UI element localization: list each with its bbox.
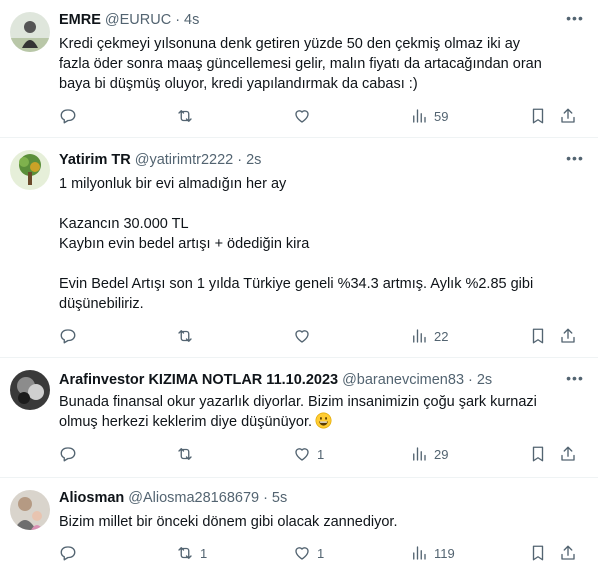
bookmark-icon (532, 545, 544, 561)
more-icon[interactable]: ••• (558, 150, 592, 170)
tweet[interactable]: Arafinvestor KIZIMA NOTLAR 11.10.2023 @ba… (0, 358, 598, 478)
separator-dot: · (237, 152, 243, 168)
tweet[interactable]: Aliosman @Aliosma28168679 · 5s Bizim millet… (0, 478, 598, 571)
share-icon (561, 108, 575, 123)
more-icon[interactable]: ••• (558, 370, 592, 390)
user-handle[interactable]: @Aliosma28168679 (128, 490, 259, 506)
tweet[interactable]: Yatirim TR @yatirimtr2222 · 2s ••• 1 milyon… (0, 138, 598, 358)
display-name[interactable]: Arafinvestor KIZIMA NOTLAR 11.10.2023 (59, 372, 338, 388)
tweet[interactable]: EMRE @EURUC · 4s ••• Kredi çekmeyi yılsonun… (0, 0, 598, 138)
like-button[interactable]: 1 (293, 543, 324, 563)
like-button[interactable] (293, 326, 317, 346)
more-icon[interactable]: ••• (558, 10, 592, 30)
user-handle[interactable]: @baranevcimen83 (342, 372, 464, 388)
reply-icon (60, 546, 76, 561)
tweet-actions: 1 29 (59, 444, 589, 464)
retweet-icon (178, 110, 192, 122)
bookmark-icon (532, 328, 544, 344)
share-button[interactable] (559, 326, 577, 346)
retweet-button[interactable]: 1 (176, 543, 207, 563)
analytics-icon (413, 546, 426, 560)
share-icon (561, 545, 575, 560)
like-count: 1 (317, 446, 325, 462)
views-button[interactable]: 119 (410, 543, 455, 563)
reply-button[interactable] (59, 543, 77, 563)
tweet-header: Yatirim TR @yatirimtr2222 · 2s (59, 150, 261, 170)
bookmark-button[interactable] (529, 326, 547, 346)
bookmark-icon (532, 108, 544, 124)
share-button[interactable] (559, 444, 577, 464)
heart-icon (295, 110, 309, 123)
retweet-icon (178, 448, 192, 460)
share-icon (561, 328, 575, 343)
tweet-text: Bunada finansal okur yazarlık diyorlar. … (59, 392, 584, 432)
retweet-button[interactable] (176, 106, 200, 126)
tweet-text-content: Bunada finansal okur yazarlık diyorlar. … (59, 394, 537, 430)
timestamp[interactable]: 2s (477, 372, 492, 388)
bookmark-button[interactable] (529, 106, 547, 126)
avatar[interactable] (10, 150, 50, 190)
reply-icon (60, 447, 76, 462)
views-button[interactable]: 59 (410, 106, 448, 126)
analytics-icon (413, 109, 426, 123)
tweet-header: EMRE @EURUC · 4s (59, 10, 199, 30)
heart-icon (295, 547, 309, 560)
user-handle[interactable]: @EURUC (105, 12, 171, 28)
timestamp[interactable]: 4s (184, 12, 199, 28)
bookmark-button[interactable] (529, 444, 547, 464)
retweet-button[interactable] (176, 326, 200, 346)
tweet-text: Kredi çekmeyi yılsonuna denk getiren yüz… (59, 36, 542, 92)
tweet-header: Arafinvestor KIZIMA NOTLAR 11.10.2023 @ba… (59, 370, 492, 390)
share-icon (561, 446, 575, 461)
timestamp[interactable]: 2s (246, 152, 261, 168)
tweet-actions: 22 (59, 326, 589, 346)
avatar[interactable] (10, 490, 50, 530)
heart-icon (295, 330, 309, 343)
views-button[interactable]: 22 (410, 326, 448, 346)
separator-dot: · (263, 490, 268, 506)
analytics-icon (413, 329, 426, 343)
reply-button[interactable] (59, 444, 77, 464)
like-count: 1 (317, 545, 325, 561)
retweet-icon (178, 547, 192, 559)
tweet-text: Bizim millet bir önceki dönem gibi olaca… (59, 514, 398, 530)
timestamp[interactable]: 5s (272, 490, 287, 506)
separator-dot: · (468, 372, 473, 388)
display-name[interactable]: Yatirim TR (59, 152, 131, 168)
retweet-button[interactable] (176, 444, 200, 464)
views-count: 29 (434, 446, 449, 462)
display-name[interactable]: EMRE (59, 12, 101, 28)
separator-dot: · (175, 12, 181, 28)
avatar[interactable] (10, 12, 50, 52)
reply-icon (60, 329, 76, 344)
like-button[interactable]: 1 (293, 444, 324, 464)
reply-button[interactable] (59, 326, 77, 346)
tweet-actions: 1 1 119 (59, 543, 589, 563)
analytics-icon (413, 447, 426, 461)
retweet-count: 1 (200, 545, 208, 561)
user-handle[interactable]: @yatirimtr2222 (135, 152, 234, 168)
share-button[interactable] (559, 543, 577, 563)
reply-button[interactable] (59, 106, 77, 126)
bookmark-icon (532, 446, 544, 462)
reply-icon (60, 109, 76, 124)
views-count: 22 (434, 328, 449, 344)
tweet-header: Aliosman @Aliosma28168679 · 5s (59, 488, 287, 508)
views-count: 59 (434, 108, 449, 124)
heart-icon (295, 448, 309, 461)
display-name[interactable]: Aliosman (59, 490, 124, 506)
tweet-actions: 59 (59, 106, 589, 126)
views-count: 119 (434, 545, 455, 561)
retweet-icon (178, 330, 192, 342)
grinning-face-emoji (315, 412, 332, 429)
tweet-text: 1 milyonluk bir evi almadığın her ay Kaz… (59, 176, 534, 312)
bookmark-button[interactable] (529, 543, 547, 563)
like-button[interactable] (293, 106, 317, 126)
views-button[interactable]: 29 (410, 444, 448, 464)
avatar[interactable] (10, 370, 50, 410)
share-button[interactable] (559, 106, 577, 126)
